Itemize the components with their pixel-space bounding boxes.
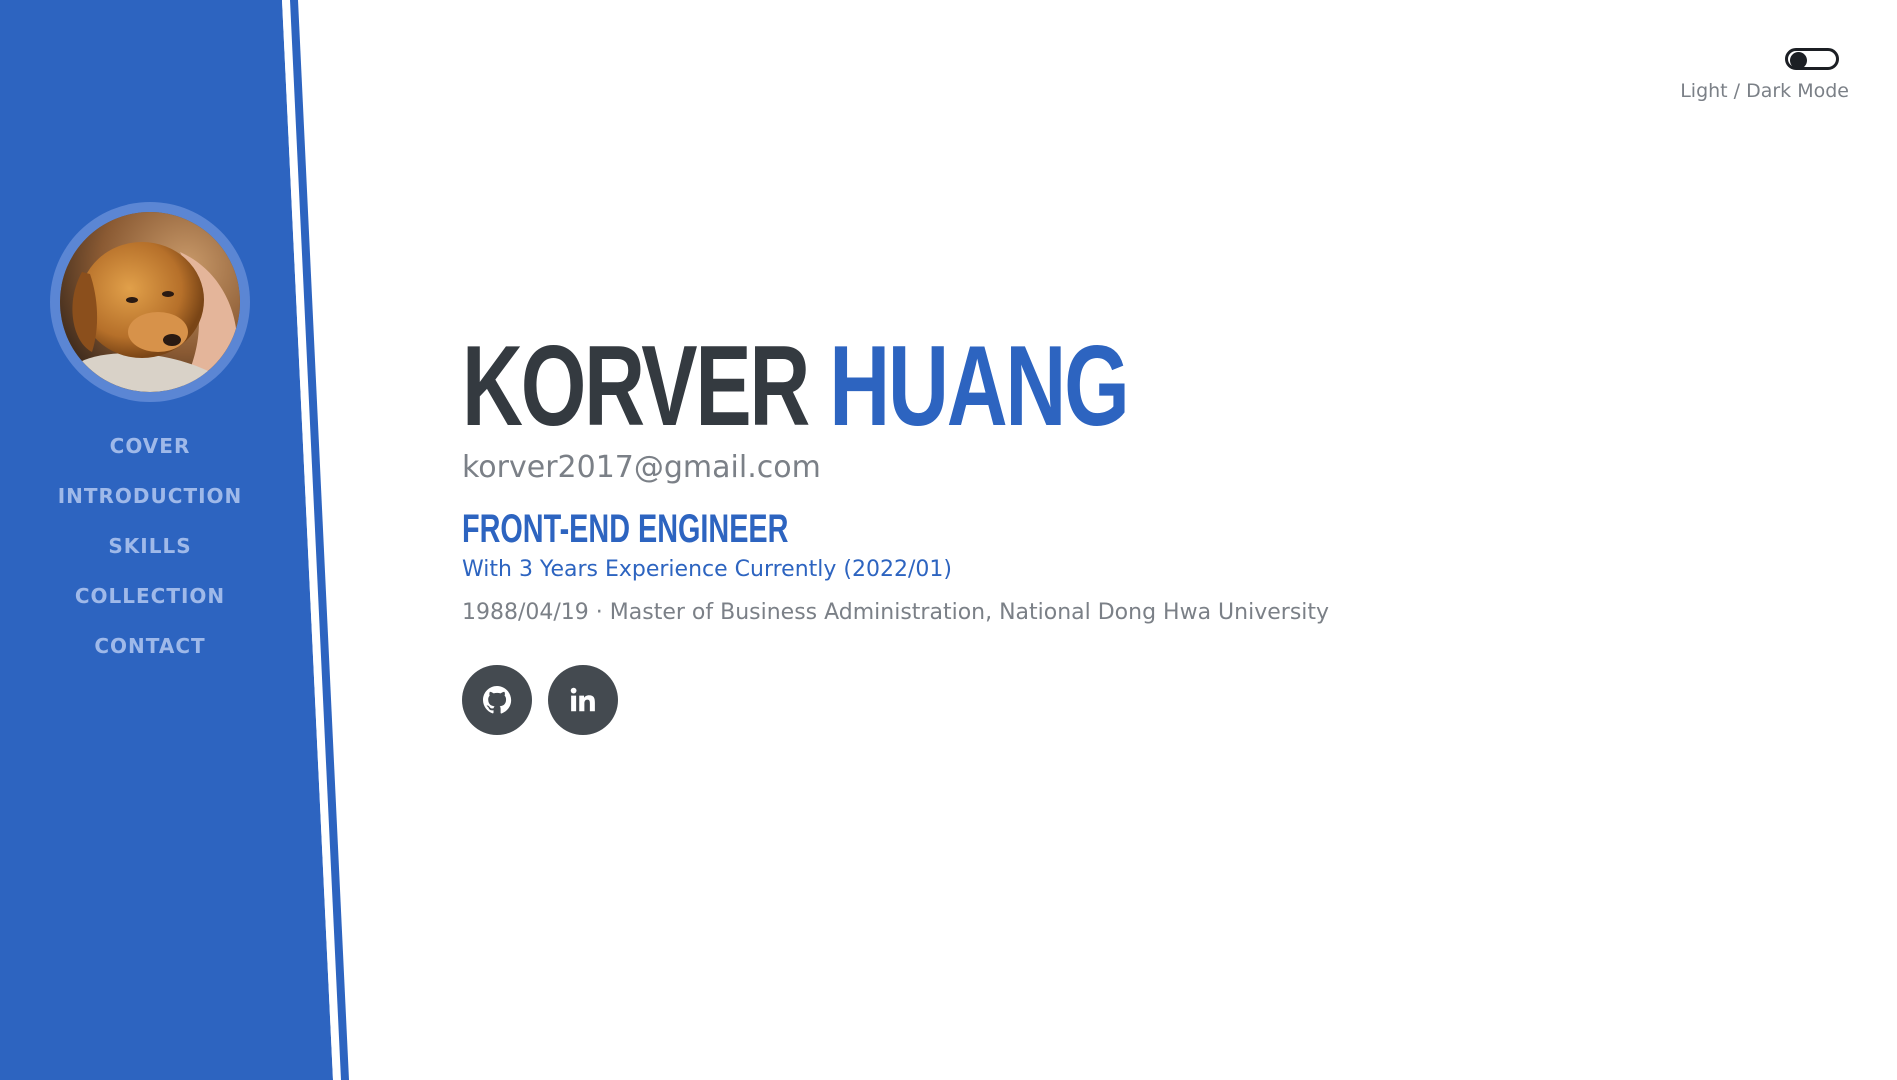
avatar-ring bbox=[50, 202, 250, 402]
cover-content: KORVER HUANG korver2017@gmail.com FRONT-… bbox=[462, 330, 1361, 735]
nav-item-contact[interactable]: CONTACT bbox=[94, 626, 205, 676]
nav-item-cover[interactable]: COVER bbox=[110, 426, 191, 476]
theme-toggle-switch[interactable] bbox=[1785, 48, 1839, 70]
job-title: FRONT-END ENGINEER bbox=[462, 507, 789, 551]
nav-item-skills[interactable]: SKILLS bbox=[108, 526, 191, 576]
nav-item-introduction[interactable]: INTRODUCTION bbox=[58, 476, 243, 526]
bio-text: 1988/04/19 · Master of Business Administ… bbox=[462, 600, 1330, 625]
email: korver2017@gmail.com bbox=[462, 450, 821, 485]
theme-toggle-knob bbox=[1790, 52, 1807, 69]
theme-toggle-label: Light / Dark Mode bbox=[1680, 80, 1849, 102]
github-icon bbox=[483, 686, 512, 714]
last-name: HUANG bbox=[829, 323, 1129, 450]
avatar bbox=[60, 212, 240, 392]
avatar-puppy-image bbox=[60, 212, 240, 392]
experience-text: With 3 Years Experience Currently (2022/… bbox=[462, 557, 952, 582]
linkedin-icon bbox=[570, 687, 595, 712]
page-title: KORVER HUANG bbox=[462, 330, 1130, 444]
nav-item-collection[interactable]: COLLECTION bbox=[75, 576, 225, 626]
social-links bbox=[462, 665, 1361, 735]
linkedin-button[interactable] bbox=[548, 665, 618, 735]
sidebar: COVER INTRODUCTION SKILLS COLLECTION CON… bbox=[0, 0, 300, 1080]
page: COVER INTRODUCTION SKILLS COLLECTION CON… bbox=[0, 0, 1897, 1080]
github-button[interactable] bbox=[462, 665, 532, 735]
sidebar-nav: COVER INTRODUCTION SKILLS COLLECTION CON… bbox=[0, 426, 300, 676]
theme-toggle-group: Light / Dark Mode bbox=[1680, 48, 1849, 102]
first-name: KORVER bbox=[462, 323, 810, 450]
